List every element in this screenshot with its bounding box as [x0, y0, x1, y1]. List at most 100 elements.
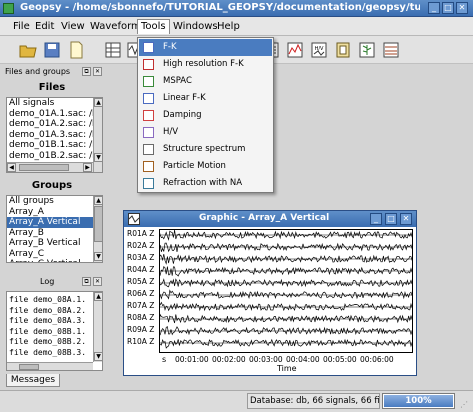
groups-list-item[interactable]: Array_A	[7, 207, 93, 218]
files-list-item[interactable]: demo_01A.3.sac: /hc	[7, 130, 93, 141]
trace-label: R06A Z	[127, 289, 155, 298]
graphic-minimize-button[interactable]: _	[370, 213, 382, 225]
title-bar[interactable]: Geopsy - /home/sbonnefo/TUTORIAL_GEOPSY/…	[0, 0, 473, 17]
trace-label: R08A Z	[127, 313, 155, 322]
geopsy-app-icon	[3, 3, 14, 14]
status-text: Database: db, 66 signals, 66 files	[247, 393, 380, 409]
trace-label: R10A Z	[127, 337, 155, 346]
log-line: file demo_08B.3.	[9, 347, 87, 357]
menu-file[interactable]: File	[10, 19, 33, 34]
files-list-item[interactable]: demo_01A.2.sac: /hc	[7, 119, 93, 130]
hv-ratio-icon[interactable]: H/V	[309, 40, 329, 60]
files-hscrollbar[interactable]: ◀ ▶	[7, 162, 93, 172]
groups-list[interactable]: All groups Array_A Array_A Vertical Array_B…	[6, 195, 103, 263]
seismogram-tool-icon[interactable]	[381, 40, 401, 60]
open-folder-icon[interactable]	[18, 40, 38, 60]
log-hscrollbar[interactable]	[7, 362, 93, 370]
files-list-item[interactable]: All signals	[7, 98, 93, 109]
files-list-item[interactable]: demo_01A.1.sac: /hc	[7, 109, 93, 120]
scroll-up-icon[interactable]: ▲	[94, 292, 102, 301]
tree-tool-icon[interactable]	[357, 40, 377, 60]
graphic-title-bar[interactable]: Graphic - Array_A Vertical _ □ ✕	[124, 211, 416, 227]
log-line: file demo_08A.3.	[9, 316, 87, 325]
scroll-up-icon[interactable]: ▲	[94, 98, 102, 107]
groups-scrollbar[interactable]: ▲ ▼	[93, 196, 102, 262]
tools-menu-item-refraction[interactable]: Refraction with NA	[139, 175, 272, 192]
menu-help[interactable]: Help	[214, 19, 243, 34]
scroll-right-icon[interactable]: ▶	[83, 163, 92, 172]
table-icon[interactable]	[103, 40, 123, 60]
menu-view[interactable]: View	[58, 19, 88, 34]
progress-bar: 100%	[382, 393, 455, 409]
files-panel-header: Files and groups ⧉ ✕	[2, 66, 104, 78]
float-panel-icon[interactable]: ⧉	[82, 67, 91, 76]
tools-menu-item-fk[interactable]: F-K	[139, 39, 272, 56]
menu-waveform[interactable]: Waveform	[87, 19, 144, 34]
seismic-trace	[159, 301, 413, 312]
tools-menu-item-hrfk[interactable]: High resolution F-K	[139, 56, 272, 73]
files-scrollbar[interactable]: ▲ ▼	[93, 98, 102, 172]
log-text-area[interactable]: file demo_08A.1. file demo_08A.2. file dem…	[6, 291, 103, 371]
svg-text:H/V: H/V	[315, 46, 324, 52]
spectrum-icon[interactable]	[285, 40, 305, 60]
tools-menu-item-label: F-K	[163, 42, 177, 52]
minimize-button[interactable]: _	[428, 2, 440, 14]
save-icon[interactable]	[42, 40, 62, 60]
x-tick-label: 00:02:00	[212, 355, 246, 364]
trace-label: R07A Z	[127, 301, 155, 310]
vscroll-thumb[interactable]	[94, 206, 102, 242]
files-list-item[interactable]: demo_01B.2.sac: /h(	[7, 151, 93, 162]
close-panel-icon[interactable]: ✕	[93, 277, 102, 286]
close-button[interactable]: ✕	[456, 2, 468, 14]
scroll-left-icon[interactable]: ◀	[7, 163, 16, 172]
scroll-down-icon[interactable]: ▼	[94, 352, 102, 361]
tools-dropdown-menu: F-K High resolution F-K MSPAC Linear F-K Dam…	[137, 37, 274, 193]
seismogram-plot[interactable]	[159, 229, 413, 353]
tools-menu-item-mspac[interactable]: MSPAC	[139, 73, 272, 90]
scroll-up-icon[interactable]: ▲	[94, 196, 102, 205]
log-scrollbar[interactable]: ▲ ▼	[93, 292, 102, 362]
tab-messages[interactable]: Messages	[6, 374, 60, 387]
trace-label: R05A Z	[127, 277, 155, 286]
x-tick-label: 00:01:00	[175, 355, 209, 364]
refraction-icon	[143, 178, 154, 189]
hrfk-icon	[143, 59, 154, 70]
graphic-close-button[interactable]: ✕	[400, 213, 412, 225]
new-document-icon[interactable]	[66, 40, 86, 60]
files-list[interactable]: All signalsdemo_01A.1.sac: /hcdemo_01A.2…	[6, 97, 103, 173]
tools-menu-item-label: High resolution F-K	[163, 59, 244, 69]
scroll-down-icon[interactable]: ▼	[94, 252, 102, 261]
hscroll-thumb[interactable]	[19, 164, 69, 171]
document-tool-icon[interactable]	[333, 40, 353, 60]
close-panel-icon[interactable]: ✕	[93, 67, 102, 76]
tools-menu-item-structure-spectrum[interactable]: Structure spectrum	[139, 141, 272, 158]
graphic-window[interactable]: Graphic - Array_A Vertical _ □ ✕ R01A Z R…	[123, 210, 417, 376]
trace-label: R03A Z	[127, 253, 155, 262]
files-list-item[interactable]: demo_01B.1.sac: /h(	[7, 140, 93, 151]
trace-label: R04A Z	[127, 265, 155, 274]
graphic-maximize-button[interactable]: □	[385, 213, 397, 225]
groups-list-item[interactable]: Array_B Vertical	[7, 238, 93, 249]
groups-list-item[interactable]: Array_A Vertical	[7, 217, 93, 228]
menu-edit[interactable]: Edit	[32, 19, 57, 34]
menu-tools[interactable]: Tools	[137, 19, 170, 34]
groups-list-item[interactable]: Array_C Vertical	[7, 259, 93, 262]
groups-list-item[interactable]: All groups	[7, 196, 93, 207]
files-title: Files	[38, 82, 66, 93]
tools-menu-item-linear-fk[interactable]: Linear F-K	[139, 90, 272, 107]
time-axis: s 00:01:00 00:02:00 00:03:00 00:04:00 00:05:0…	[159, 354, 413, 374]
maximize-button[interactable]: □	[442, 2, 454, 14]
groups-list-item[interactable]: Array_C	[7, 249, 93, 260]
tools-menu-item-damping[interactable]: Damping	[139, 107, 272, 124]
scroll-down-icon[interactable]: ▼	[94, 153, 102, 162]
damping-icon	[143, 110, 154, 121]
hscroll-thumb[interactable]	[19, 364, 39, 370]
tools-menu-item-label: H/V	[163, 127, 179, 137]
float-panel-icon[interactable]: ⧉	[82, 277, 91, 286]
mspac-icon	[143, 76, 154, 87]
groups-list-item[interactable]: Array_B	[7, 228, 93, 239]
resize-grip-icon[interactable]: ⋰	[460, 400, 470, 410]
tools-menu-item-hv[interactable]: H/V	[139, 124, 272, 141]
tools-menu-item-label: Refraction with NA	[163, 178, 243, 188]
tools-menu-item-particle-motion[interactable]: Particle Motion	[139, 158, 272, 175]
